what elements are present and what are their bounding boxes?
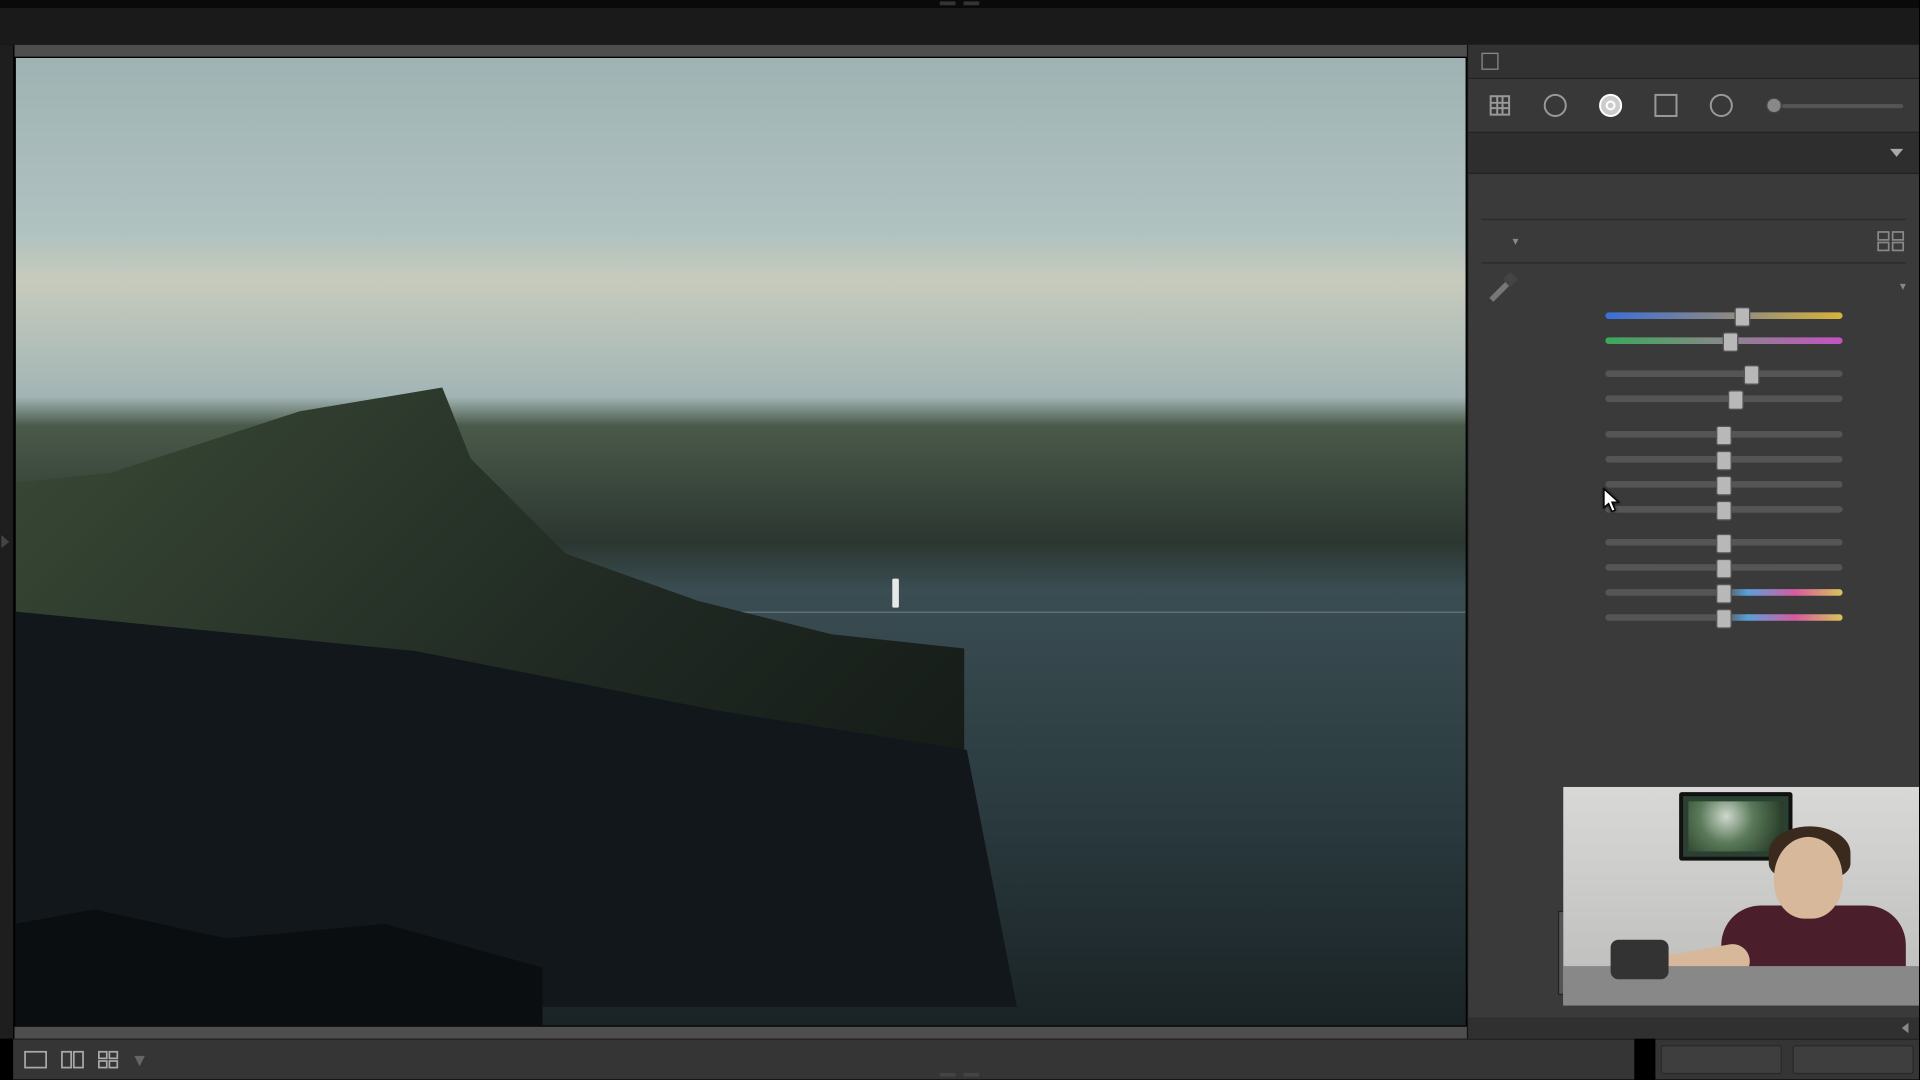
slider-dehaze[interactable] (1481, 555, 1906, 580)
spot-removal-icon[interactable] (1539, 90, 1571, 122)
wb-dropdown[interactable]: ▾ (1892, 279, 1906, 293)
slider-blacks[interactable] (1481, 497, 1906, 522)
photo-preview[interactable] (14, 57, 1466, 1027)
slider-shadows[interactable] (1481, 447, 1906, 472)
original-checkbox[interactable] (1481, 53, 1498, 70)
view-compare-icon[interactable] (61, 1050, 85, 1068)
slider-temp[interactable] (1481, 303, 1906, 328)
title-bar (0, 8, 1919, 45)
webcam-overlay (1563, 787, 1919, 1006)
expand-left-icon[interactable] (1902, 1023, 1909, 1034)
white-balance-picker-icon[interactable] (1481, 266, 1521, 306)
collapse-icon[interactable] (1890, 149, 1903, 157)
expand-left-icon[interactable] (1, 535, 9, 548)
panel-handle-bottom[interactable] (940, 1073, 980, 1078)
crop-tool-icon[interactable] (1483, 90, 1515, 122)
profile-dropdown[interactable]: ▾ (1505, 234, 1519, 248)
slider-exposure[interactable] (1481, 361, 1906, 386)
top-strip (0, 0, 1919, 8)
status-bar: ▾ (13, 1039, 1634, 1080)
redeye-tool-icon[interactable] (1594, 90, 1626, 122)
previous-button[interactable] (1661, 1045, 1782, 1074)
profile-browser-icon[interactable] (1877, 231, 1906, 252)
bottom-buttons (1655, 1039, 1919, 1080)
graduated-filter-icon[interactable] (1650, 90, 1682, 122)
adjustment-brush-slider[interactable] (1768, 98, 1903, 114)
basic-panel-header[interactable] (1468, 133, 1919, 174)
view-survey-icon[interactable] (98, 1050, 122, 1068)
tool-strip (1468, 79, 1919, 133)
panel-handle-top[interactable] (940, 1, 980, 5)
radial-filter-icon[interactable] (1705, 90, 1737, 122)
view-loupe-icon[interactable] (24, 1050, 48, 1068)
calibration-panel-header[interactable] (1468, 1017, 1919, 1038)
slider-whites[interactable] (1481, 472, 1906, 497)
reset-button[interactable] (1792, 1045, 1913, 1074)
left-panel-collapsed[interactable] (0, 45, 14, 1039)
slider-saturation[interactable] (1481, 605, 1906, 630)
image-canvas[interactable] (14, 45, 1466, 1039)
slider-clarity[interactable] (1481, 530, 1906, 555)
slider-tint[interactable] (1481, 328, 1906, 353)
slider-highlights[interactable] (1481, 422, 1906, 447)
slider-contrast[interactable] (1481, 386, 1906, 411)
slider-vibrance[interactable] (1481, 580, 1906, 605)
